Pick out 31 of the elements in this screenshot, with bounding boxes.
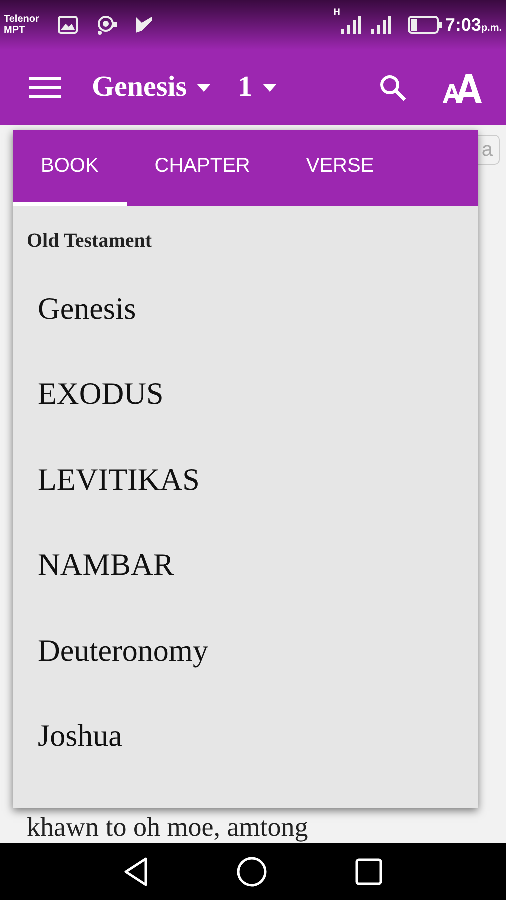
caret-icon	[197, 84, 212, 92]
book-item[interactable]: Joshua	[13, 694, 478, 779]
battery-icon	[408, 16, 442, 34]
signal-icon	[370, 15, 392, 35]
tab[interactable]: CHAPTER	[126, 130, 278, 206]
check-icon	[134, 15, 154, 35]
search-icon[interactable]	[378, 72, 408, 102]
book-item[interactable]: NAMBAR	[13, 522, 478, 608]
image-icon	[58, 16, 78, 34]
recents-icon[interactable]	[354, 858, 383, 886]
book-item[interactable]: EXODUS	[13, 352, 478, 437]
caret-icon	[262, 84, 277, 92]
back-icon[interactable]	[123, 856, 150, 886]
chapter-dropdown[interactable]: 1	[238, 66, 277, 110]
tab[interactable]: BOOK	[13, 130, 127, 206]
network-type: H	[334, 6, 340, 19]
verse-text: khawn to oh moe, amtong	[27, 811, 308, 843]
book-item[interactable]: LEVITIKAS	[13, 437, 478, 522]
text-size-icon[interactable]	[442, 72, 482, 104]
tab[interactable]: VERSE	[278, 130, 402, 206]
carrier-name: MPT	[4, 25, 26, 36]
signal-icon	[340, 15, 362, 35]
menu-icon[interactable]	[29, 76, 61, 100]
carrier-name: Telenor	[4, 14, 40, 25]
camera-icon	[96, 14, 118, 36]
book-dropdown[interactable]: Genesis	[92, 66, 212, 110]
book-item[interactable]: Genesis	[13, 266, 478, 352]
home-icon[interactable]	[236, 856, 268, 888]
book-item[interactable]: Deuteronomy	[13, 608, 478, 694]
section-heading: Old Testament	[27, 229, 154, 254]
clock: 7:03p.m.	[445, 14, 502, 36]
